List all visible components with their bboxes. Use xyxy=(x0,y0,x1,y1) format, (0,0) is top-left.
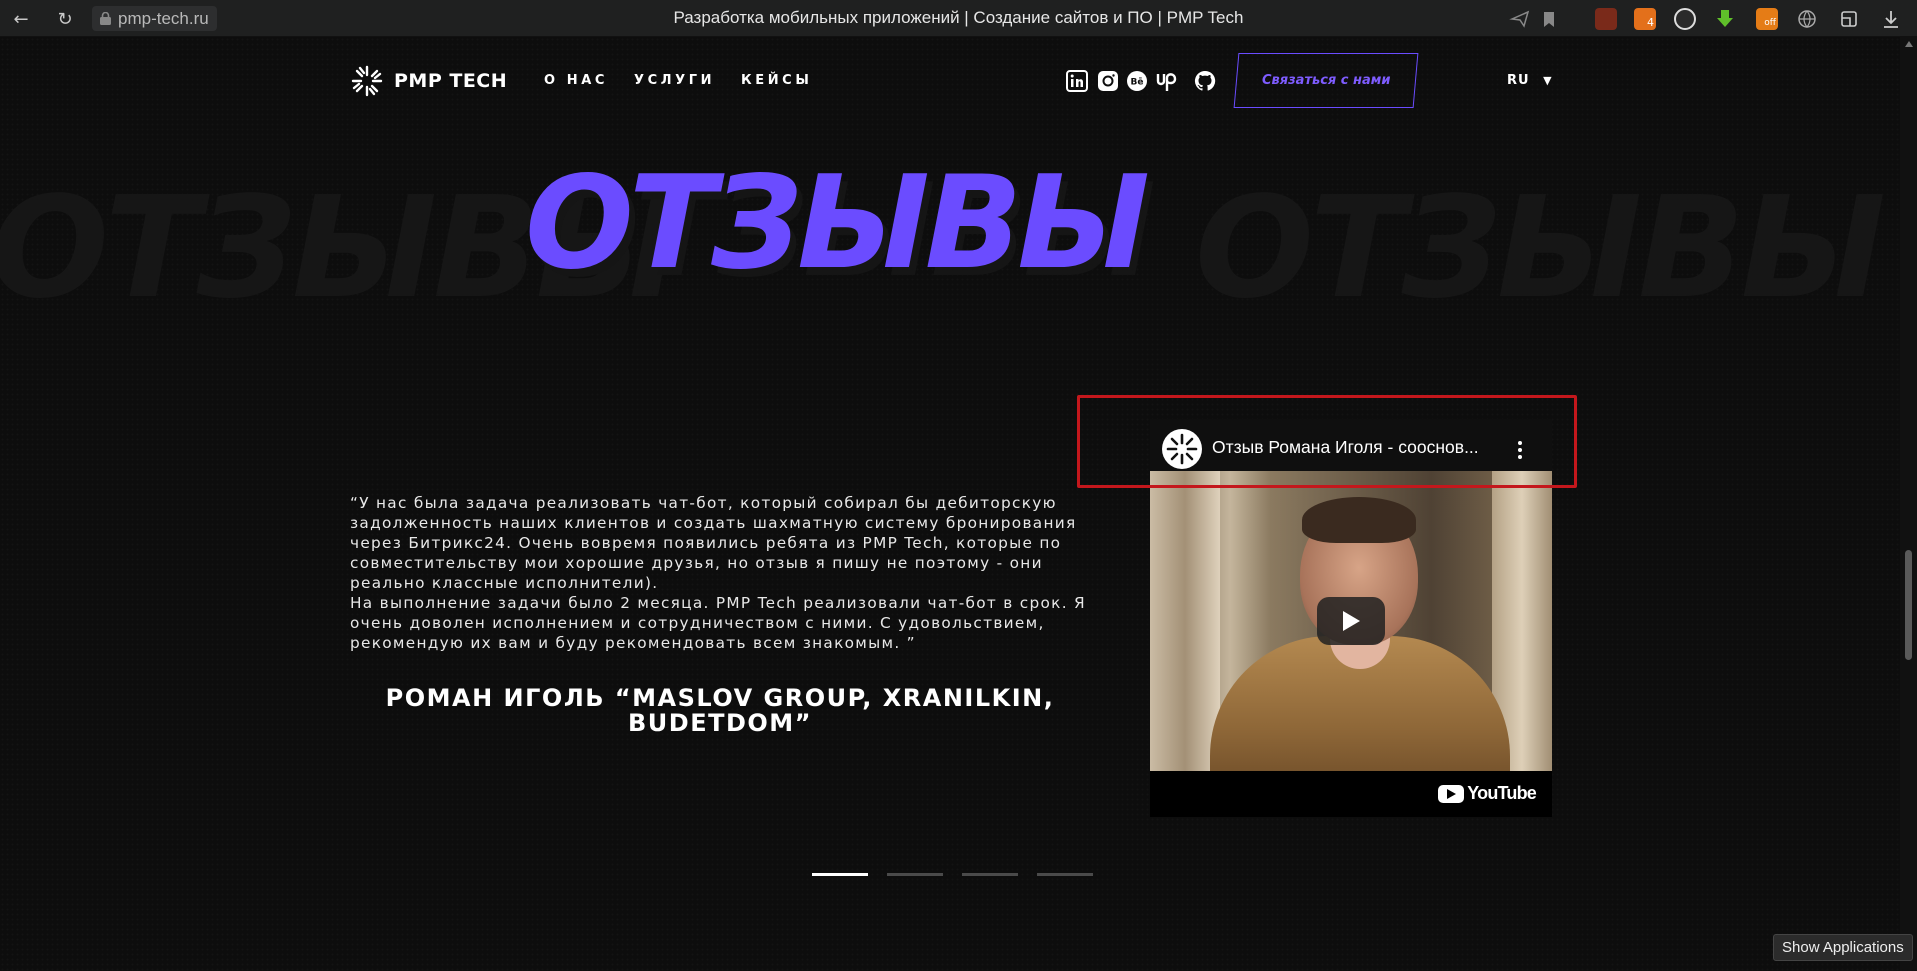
play-button[interactable] xyxy=(1317,597,1385,645)
linkedin-icon[interactable] xyxy=(1066,70,1088,92)
thumbnail-person-hair xyxy=(1302,497,1416,543)
language-label: RU xyxy=(1507,73,1530,88)
download-extension-icon[interactable] xyxy=(1714,8,1736,30)
slider-dot-4[interactable] xyxy=(1037,873,1093,876)
off-extension-icon[interactable]: off xyxy=(1756,8,1778,30)
contact-button-label: Связаться с нами xyxy=(1261,73,1391,88)
lock-icon xyxy=(100,12,111,25)
page: PMP TECH О НАС УСЛУГИ КЕЙСЫ Bē Связаться… xyxy=(0,37,1917,971)
contact-button[interactable]: Связаться с нами xyxy=(1233,53,1419,108)
quote-paragraph-1: “У нас была задача реализовать чат-бот, … xyxy=(350,494,1077,592)
brave-shield-icon[interactable]: 4 xyxy=(1634,8,1656,30)
extension-off-label: off xyxy=(1764,18,1776,28)
reload-icon[interactable]: ↻ xyxy=(54,8,76,30)
brand-logo[interactable]: PMP TECH xyxy=(350,64,507,98)
youtube-logo[interactable]: YouTube xyxy=(1438,783,1537,804)
testimonial-author: РОМАН ИГОЛЬ “MASLOV GROUP, XRANILKIN, BU… xyxy=(385,684,1055,737)
scroll-up-icon[interactable] xyxy=(1905,41,1913,47)
nav-link-services[interactable]: УСЛУГИ xyxy=(634,73,715,88)
slider-dot-2[interactable] xyxy=(887,873,943,876)
extensions-icon[interactable] xyxy=(1838,8,1860,30)
upwork-icon[interactable] xyxy=(1156,70,1184,92)
quote-paragraph-2: На выполнение задачи было 2 месяца. PMP … xyxy=(350,594,1086,652)
bookmark-icon[interactable] xyxy=(1538,8,1560,30)
instagram-icon[interactable] xyxy=(1097,70,1119,92)
page-scrollbar[interactable] xyxy=(1900,37,1917,971)
video-footer: YouTube xyxy=(1150,771,1552,817)
site-header: PMP TECH О НАС УСЛУГИ КЕЙСЫ Bē Связаться… xyxy=(0,37,1900,127)
extension-badge: 4 xyxy=(1647,16,1654,29)
url-text: pmp-tech.ru xyxy=(118,9,209,28)
svg-text:Bē: Bē xyxy=(1131,78,1144,88)
nav-link-cases[interactable]: КЕЙСЫ xyxy=(741,73,812,88)
chevron-down-icon: ▼ xyxy=(1543,74,1553,87)
youtube-wordmark: YouTube xyxy=(1467,783,1537,803)
annotation-highlight-box xyxy=(1077,395,1577,488)
globe-icon[interactable] xyxy=(1796,8,1818,30)
send-icon[interactable] xyxy=(1509,8,1531,30)
scrollbar-thumb[interactable] xyxy=(1905,550,1912,660)
youtube-play-icon xyxy=(1438,784,1465,803)
video-thumbnail[interactable] xyxy=(1150,471,1552,771)
ghost-heading-right: ОТЗЫВЫ xyxy=(1195,167,1886,330)
browser-toolbar: ← ↻ pmp-tech.ru Разработка мобильных при… xyxy=(0,0,1917,37)
section-heading: ОТЗЫВЫ xyxy=(525,149,1150,298)
slider-dot-3[interactable] xyxy=(962,873,1018,876)
play-icon xyxy=(1343,611,1360,631)
testimonial-quote: “У нас была задача реализовать чат-бот, … xyxy=(350,493,1090,653)
language-selector[interactable]: RU ▼ xyxy=(1507,73,1553,88)
extension-1-icon[interactable] xyxy=(1595,8,1617,30)
thumbnail-curtain-left xyxy=(1150,471,1220,771)
downloads-icon[interactable] xyxy=(1880,8,1902,30)
extension-3-icon[interactable] xyxy=(1674,8,1696,30)
tab-title: Разработка мобильных приложений | Создан… xyxy=(673,8,1244,27)
pmp-logo-icon xyxy=(351,65,383,97)
nav-link-about[interactable]: О НАС xyxy=(544,73,608,88)
behance-icon[interactable]: Bē xyxy=(1126,70,1148,92)
back-icon[interactable]: ← xyxy=(10,8,32,30)
show-applications-tooltip: Show Applications xyxy=(1773,934,1913,961)
github-icon[interactable] xyxy=(1194,70,1216,92)
slider-dot-1[interactable] xyxy=(812,873,868,876)
address-bar[interactable]: pmp-tech.ru xyxy=(92,6,217,31)
brand-name: PMP TECH xyxy=(394,70,508,92)
